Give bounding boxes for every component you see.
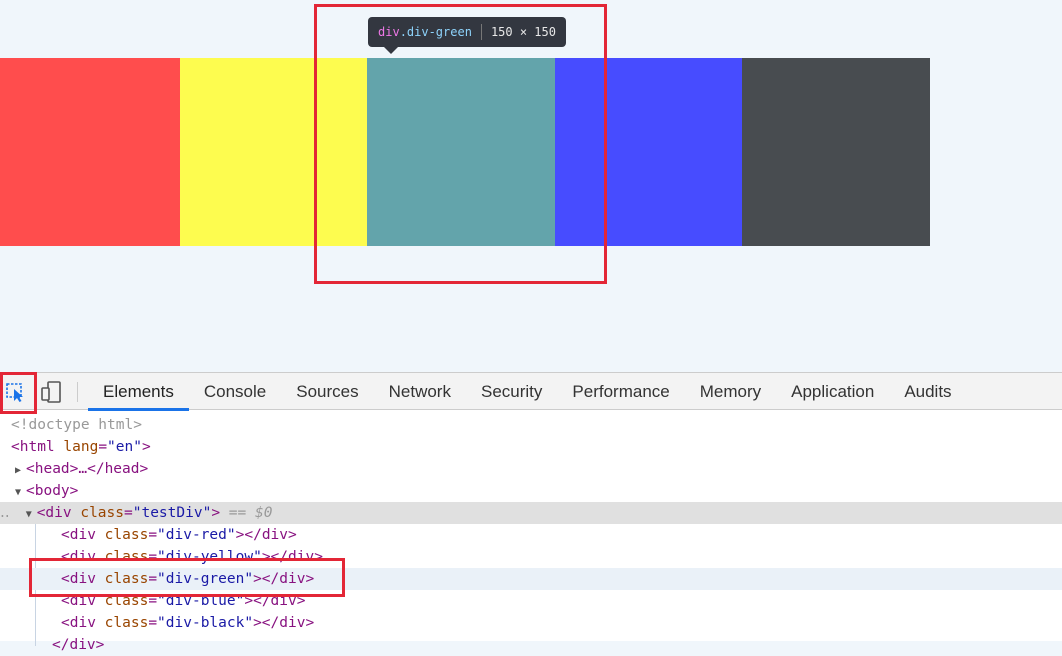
html-open-tag: <html xyxy=(11,439,55,455)
toolbar-separator xyxy=(77,382,78,402)
element-tooltip: div .div-green 150 × 150 xyxy=(368,17,566,54)
collapse-triangle-icon[interactable]: ▼ xyxy=(26,504,37,526)
tab-security[interactable]: Security xyxy=(466,373,557,410)
page-viewport: div .div-green 150 × 150 xyxy=(0,0,1062,372)
collapse-triangle-icon[interactable]: ▼ xyxy=(15,482,26,504)
dom-line-close-div[interactable]: </div> xyxy=(0,634,1062,656)
tab-performance[interactable]: Performance xyxy=(557,373,684,410)
tooltip-tag: div xyxy=(378,25,400,39)
dom-line-doctype[interactable]: <!doctype html> xyxy=(0,414,1062,436)
dom-line-html[interactable]: <html lang="en"> xyxy=(0,436,1062,458)
dom-line-body[interactable]: ▼ <body> xyxy=(0,480,1062,502)
dom-line-div-red[interactable]: <div class="div-red"></div> xyxy=(0,524,1062,546)
div-blue[interactable] xyxy=(555,58,742,246)
devtools-panel: Elements Console Sources Network Securit… xyxy=(0,372,1062,653)
tooltip-class: .div-green xyxy=(399,25,472,39)
tab-application[interactable]: Application xyxy=(776,373,889,410)
expand-triangle-icon[interactable]: ▶ xyxy=(15,460,26,482)
ellipsis-icon: ‥ xyxy=(0,505,10,521)
dom-line-head[interactable]: ▶ <head>…</head> xyxy=(0,458,1062,480)
devtools-toolbar: Elements Console Sources Network Securit… xyxy=(0,372,1062,411)
tooltip-size: 150 × 150 xyxy=(490,25,556,39)
div-green[interactable] xyxy=(367,58,555,246)
div-red[interactable] xyxy=(0,58,180,246)
dom-line-div-green[interactable]: <div class="div-green"></div> xyxy=(0,568,1062,590)
div-yellow[interactable] xyxy=(180,58,367,246)
device-toolbar-icon[interactable] xyxy=(38,379,64,405)
dom-line-testdiv[interactable]: ‥ ▼ <div class="testDiv"> == $0 xyxy=(0,502,1062,524)
dom-line-div-black[interactable]: <div class="div-black"></div> xyxy=(0,612,1062,634)
body-tag: <body> xyxy=(26,483,79,499)
tab-memory[interactable]: Memory xyxy=(685,373,776,410)
devtools-tabs: Elements Console Sources Network Securit… xyxy=(88,373,967,411)
tab-network[interactable]: Network xyxy=(374,373,466,410)
testdiv-class-value: "testDiv" xyxy=(132,505,212,521)
div-black[interactable] xyxy=(742,58,930,246)
dom-line-div-yellow[interactable]: <div class="div-yellow"></div> xyxy=(0,546,1062,568)
elements-tree: <!doctype html> <html lang="en"> ▶ <head>… xyxy=(0,411,1062,653)
html-lang-value: "en" xyxy=(107,439,142,455)
tooltip-separator xyxy=(480,24,482,40)
html-lang-attr: lang xyxy=(63,439,99,455)
inspect-element-icon[interactable] xyxy=(3,379,29,405)
tab-sources[interactable]: Sources xyxy=(281,373,373,410)
doctype-text: <!doctype html> xyxy=(11,417,142,433)
tab-console[interactable]: Console xyxy=(189,373,281,410)
selected-marker: == $0 xyxy=(228,505,273,521)
tab-elements[interactable]: Elements xyxy=(88,373,189,411)
head-tag: <head>…</head> xyxy=(26,461,149,477)
tab-audits[interactable]: Audits xyxy=(889,373,966,410)
dom-line-div-blue[interactable]: <div class="div-blue"></div> xyxy=(0,590,1062,612)
